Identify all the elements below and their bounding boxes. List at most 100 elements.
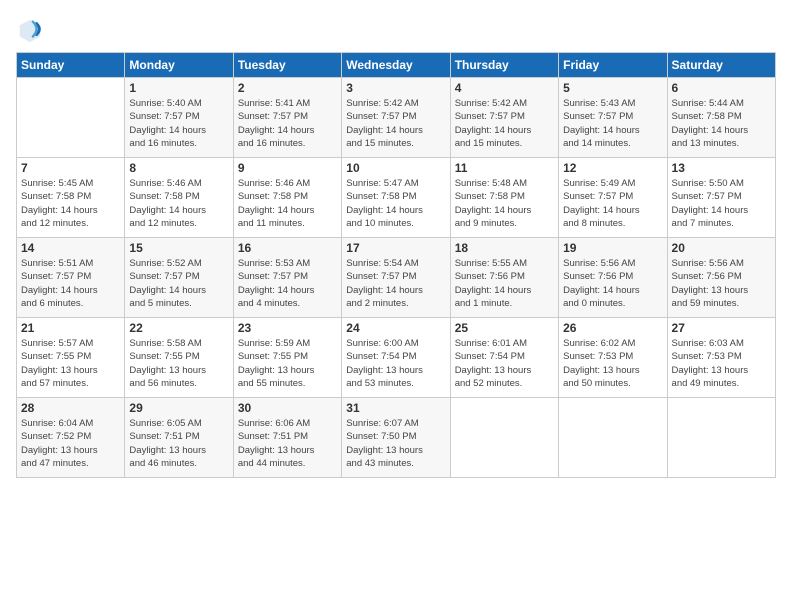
- day-cell: 24 Sunrise: 6:00 AM Sunset: 7:54 PM Dayli…: [342, 318, 450, 398]
- day-info: Sunrise: 5:49 AM Sunset: 7:57 PM Dayligh…: [563, 177, 662, 230]
- day-cell: 16Sunrise: 5:53 AM Sunset: 7:57 PM Dayli…: [233, 238, 341, 318]
- day-number: 28: [21, 401, 120, 415]
- day-number: 21: [21, 321, 120, 335]
- day-info: Sunrise: 5:46 AM Sunset: 7:58 PM Dayligh…: [238, 177, 337, 230]
- day-info: Sunrise: 5:56 AM Sunset: 7:56 PM Dayligh…: [672, 257, 771, 310]
- day-number: 8: [129, 161, 228, 175]
- day-cell: 17 Sunrise: 5:54 AM Sunset: 7:57 PM Dayli…: [342, 238, 450, 318]
- day-number: 4: [455, 81, 554, 95]
- day-info: Sunrise: 6:05 AM Sunset: 7:51 PM Dayligh…: [129, 417, 228, 470]
- day-cell: [667, 398, 775, 478]
- day-cell: 13Sunrise: 5:50 AM Sunset: 7:57 PM Dayli…: [667, 158, 775, 238]
- day-cell: 20 Sunrise: 5:56 AM Sunset: 7:56 PM Dayli…: [667, 238, 775, 318]
- day-number: 23: [238, 321, 337, 335]
- day-number: 14: [21, 241, 120, 255]
- day-cell: [17, 78, 125, 158]
- day-cell: 10 Sunrise: 5:47 AM Sunset: 7:58 PM Dayli…: [342, 158, 450, 238]
- day-number: 7: [21, 161, 120, 175]
- day-info: Sunrise: 6:06 AM Sunset: 7:51 PM Dayligh…: [238, 417, 337, 470]
- day-info: Sunrise: 5:58 AM Sunset: 7:55 PM Dayligh…: [129, 337, 228, 390]
- day-cell: 28Sunrise: 6:04 AM Sunset: 7:52 PM Dayli…: [17, 398, 125, 478]
- logo-icon: [16, 16, 44, 44]
- day-cell: 6 Sunrise: 5:44 AM Sunset: 7:58 PM Daylig…: [667, 78, 775, 158]
- day-cell: 25 Sunrise: 6:01 AM Sunset: 7:54 PM Dayli…: [450, 318, 558, 398]
- day-number: 13: [672, 161, 771, 175]
- week-row-2: 7 Sunrise: 5:45 AM Sunset: 7:58 PM Daylig…: [17, 158, 776, 238]
- day-cell: 26 Sunrise: 6:02 AM Sunset: 7:53 PM Dayli…: [559, 318, 667, 398]
- day-cell: 27 Sunrise: 6:03 AM Sunset: 7:53 PM Dayli…: [667, 318, 775, 398]
- calendar-header-row: SundayMondayTuesdayWednesdayThursdayFrid…: [17, 53, 776, 78]
- day-number: 3: [346, 81, 445, 95]
- week-row-5: 28Sunrise: 6:04 AM Sunset: 7:52 PM Dayli…: [17, 398, 776, 478]
- header-tuesday: Tuesday: [233, 53, 341, 78]
- day-info: Sunrise: 5:42 AM Sunset: 7:57 PM Dayligh…: [346, 97, 445, 150]
- day-info: Sunrise: 6:07 AM Sunset: 7:50 PM Dayligh…: [346, 417, 445, 470]
- day-cell: 2 Sunrise: 5:41 AM Sunset: 7:57 PM Daylig…: [233, 78, 341, 158]
- day-info: Sunrise: 6:02 AM Sunset: 7:53 PM Dayligh…: [563, 337, 662, 390]
- day-info: Sunrise: 5:51 AM Sunset: 7:57 PM Dayligh…: [21, 257, 120, 310]
- day-cell: 22 Sunrise: 5:58 AM Sunset: 7:55 PM Dayli…: [125, 318, 233, 398]
- day-cell: 29 Sunrise: 6:05 AM Sunset: 7:51 PM Dayli…: [125, 398, 233, 478]
- day-info: Sunrise: 5:57 AM Sunset: 7:55 PM Dayligh…: [21, 337, 120, 390]
- header-thursday: Thursday: [450, 53, 558, 78]
- day-info: Sunrise: 5:56 AM Sunset: 7:56 PM Dayligh…: [563, 257, 662, 310]
- header-friday: Friday: [559, 53, 667, 78]
- day-number: 29: [129, 401, 228, 415]
- day-cell: 8 Sunrise: 5:46 AM Sunset: 7:58 PM Daylig…: [125, 158, 233, 238]
- day-number: 1: [129, 81, 228, 95]
- header-saturday: Saturday: [667, 53, 775, 78]
- calendar-table: SundayMondayTuesdayWednesdayThursdayFrid…: [16, 52, 776, 478]
- day-info: Sunrise: 5:48 AM Sunset: 7:58 PM Dayligh…: [455, 177, 554, 230]
- day-cell: [450, 398, 558, 478]
- day-number: 15: [129, 241, 228, 255]
- day-number: 26: [563, 321, 662, 335]
- day-cell: 15 Sunrise: 5:52 AM Sunset: 7:57 PM Dayli…: [125, 238, 233, 318]
- day-cell: 31 Sunrise: 6:07 AM Sunset: 7:50 PM Dayli…: [342, 398, 450, 478]
- day-info: Sunrise: 6:03 AM Sunset: 7:53 PM Dayligh…: [672, 337, 771, 390]
- page-header: [16, 16, 776, 44]
- day-number: 27: [672, 321, 771, 335]
- day-cell: 9 Sunrise: 5:46 AM Sunset: 7:58 PM Daylig…: [233, 158, 341, 238]
- day-number: 22: [129, 321, 228, 335]
- logo: [16, 16, 48, 44]
- day-number: 10: [346, 161, 445, 175]
- day-number: 20: [672, 241, 771, 255]
- header-wednesday: Wednesday: [342, 53, 450, 78]
- day-info: Sunrise: 5:42 AM Sunset: 7:57 PM Dayligh…: [455, 97, 554, 150]
- day-cell: 21 Sunrise: 5:57 AM Sunset: 7:55 PM Dayli…: [17, 318, 125, 398]
- day-cell: 23Sunrise: 5:59 AM Sunset: 7:55 PM Dayli…: [233, 318, 341, 398]
- day-cell: 19Sunrise: 5:56 AM Sunset: 7:56 PM Dayli…: [559, 238, 667, 318]
- day-number: 17: [346, 241, 445, 255]
- week-row-3: 14 Sunrise: 5:51 AM Sunset: 7:57 PM Dayli…: [17, 238, 776, 318]
- day-number: 6: [672, 81, 771, 95]
- day-info: Sunrise: 5:43 AM Sunset: 7:57 PM Dayligh…: [563, 97, 662, 150]
- day-info: Sunrise: 6:00 AM Sunset: 7:54 PM Dayligh…: [346, 337, 445, 390]
- day-cell: 18 Sunrise: 5:55 AM Sunset: 7:56 PM Dayli…: [450, 238, 558, 318]
- week-row-4: 21 Sunrise: 5:57 AM Sunset: 7:55 PM Dayli…: [17, 318, 776, 398]
- day-info: Sunrise: 5:54 AM Sunset: 7:57 PM Dayligh…: [346, 257, 445, 310]
- day-number: 18: [455, 241, 554, 255]
- day-number: 12: [563, 161, 662, 175]
- day-info: Sunrise: 5:55 AM Sunset: 7:56 PM Dayligh…: [455, 257, 554, 310]
- day-number: 2: [238, 81, 337, 95]
- day-info: Sunrise: 5:45 AM Sunset: 7:58 PM Dayligh…: [21, 177, 120, 230]
- day-number: 25: [455, 321, 554, 335]
- day-cell: 12 Sunrise: 5:49 AM Sunset: 7:57 PM Dayli…: [559, 158, 667, 238]
- day-cell: 7 Sunrise: 5:45 AM Sunset: 7:58 PM Daylig…: [17, 158, 125, 238]
- day-cell: [559, 398, 667, 478]
- day-cell: 14 Sunrise: 5:51 AM Sunset: 7:57 PM Dayli…: [17, 238, 125, 318]
- day-info: Sunrise: 5:44 AM Sunset: 7:58 PM Dayligh…: [672, 97, 771, 150]
- day-number: 31: [346, 401, 445, 415]
- day-info: Sunrise: 5:41 AM Sunset: 7:57 PM Dayligh…: [238, 97, 337, 150]
- week-row-1: 1 Sunrise: 5:40 AM Sunset: 7:57 PM Daylig…: [17, 78, 776, 158]
- day-info: Sunrise: 6:01 AM Sunset: 7:54 PM Dayligh…: [455, 337, 554, 390]
- day-cell: 5Sunrise: 5:43 AM Sunset: 7:57 PM Daylig…: [559, 78, 667, 158]
- day-number: 9: [238, 161, 337, 175]
- day-info: Sunrise: 5:47 AM Sunset: 7:58 PM Dayligh…: [346, 177, 445, 230]
- day-info: Sunrise: 5:40 AM Sunset: 7:57 PM Dayligh…: [129, 97, 228, 150]
- day-number: 24: [346, 321, 445, 335]
- day-number: 16: [238, 241, 337, 255]
- day-info: Sunrise: 5:46 AM Sunset: 7:58 PM Dayligh…: [129, 177, 228, 230]
- day-cell: 30Sunrise: 6:06 AM Sunset: 7:51 PM Dayli…: [233, 398, 341, 478]
- day-info: Sunrise: 5:52 AM Sunset: 7:57 PM Dayligh…: [129, 257, 228, 310]
